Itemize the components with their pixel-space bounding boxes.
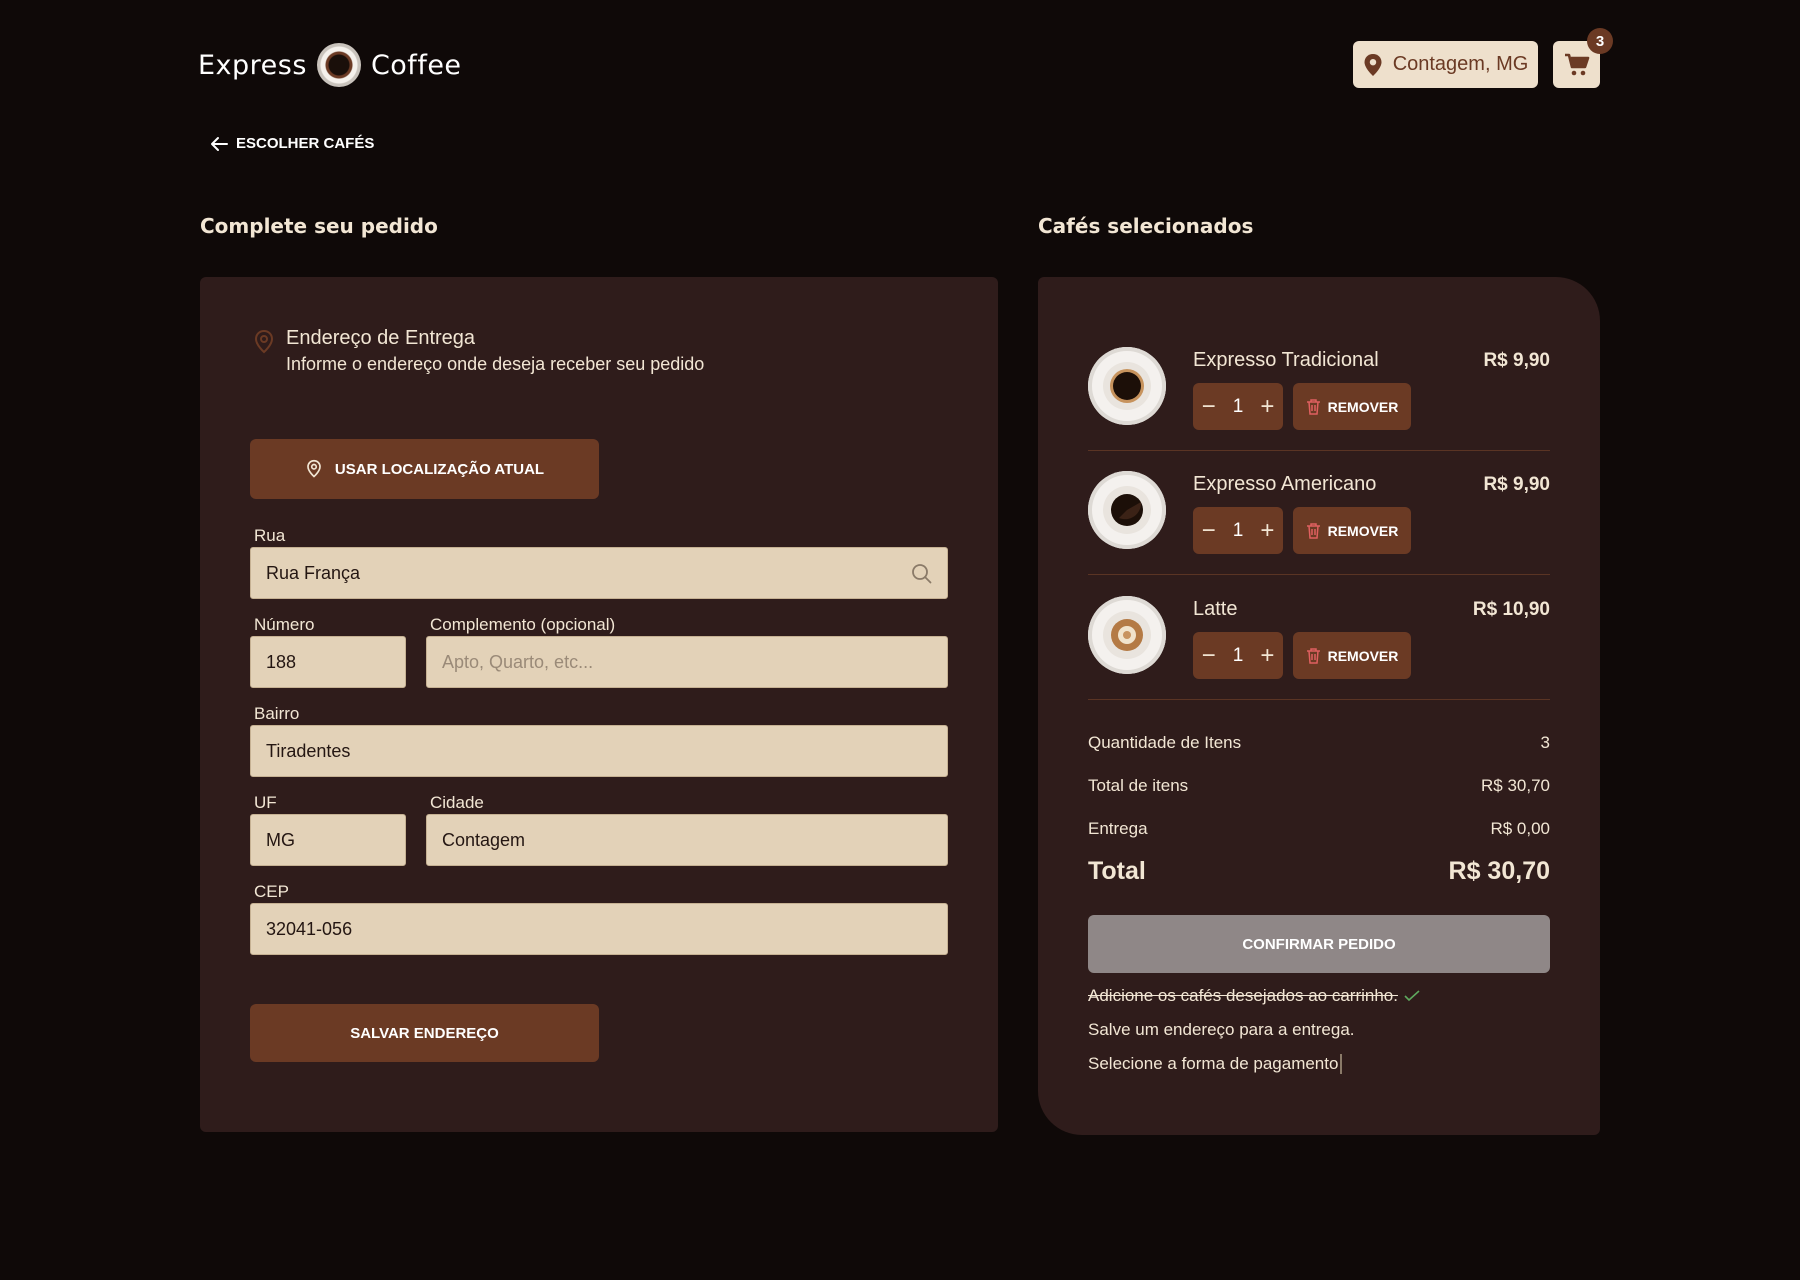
- selected-coffees-title: Cafés selecionados: [1038, 214, 1254, 238]
- save-address-label: SALVAR ENDEREÇO: [350, 1024, 499, 1042]
- use-location-label: USAR LOCALIZAÇÃO ATUAL: [334, 460, 545, 478]
- minus-icon[interactable]: −: [1202, 642, 1216, 670]
- item-divider: [1088, 699, 1550, 700]
- save-address-button[interactable]: SALVAR ENDEREÇO: [250, 1004, 599, 1062]
- remove-label: REMOVER: [1327, 522, 1399, 539]
- complement-label: Complemento (opcional): [430, 615, 616, 634]
- confirm-order-button[interactable]: CONFIRMAR PEDIDO: [1088, 915, 1550, 973]
- plus-icon[interactable]: +: [1260, 517, 1274, 545]
- quantity-value: 1: [1232, 519, 1244, 541]
- district-input[interactable]: [250, 725, 948, 777]
- checklist-item-done: Adicione os cafés desejados ao carrinho.: [1088, 986, 1420, 1006]
- item-name: Expresso Americano: [1193, 473, 1377, 495]
- uf-label: UF: [254, 793, 277, 812]
- map-pin-outline-icon: [254, 329, 274, 354]
- item-price: R$ 9,90: [1483, 474, 1550, 495]
- quantity-value: 1: [1232, 395, 1244, 417]
- remove-label: REMOVER: [1327, 398, 1399, 415]
- trash-icon: [1306, 648, 1320, 664]
- latte-image: [1088, 596, 1166, 674]
- arrow-left-icon: [211, 136, 228, 151]
- confirm-order-label: CONFIRMAR PEDIDO: [1242, 935, 1396, 953]
- remove-item-button[interactable]: REMOVER: [1293, 507, 1411, 554]
- cep-input[interactable]: [250, 903, 948, 955]
- checklist-item: Selecione a forma de pagamento: [1088, 1054, 1343, 1074]
- complement-input[interactable]: [426, 636, 948, 688]
- number-input[interactable]: [250, 636, 406, 688]
- quantity-stepper: − 1 +: [1193, 507, 1283, 554]
- summary-label: Total de itens: [1088, 776, 1189, 795]
- summary-total-row: Total R$ 30,70: [1088, 857, 1550, 886]
- item-name: Expresso Tradicional: [1193, 349, 1379, 371]
- summary-label: Quantidade de Itens: [1088, 733, 1242, 752]
- number-label: Número: [254, 615, 315, 634]
- expresso-americano-image: [1088, 471, 1166, 549]
- cep-label: CEP: [254, 882, 289, 901]
- shopping-cart-icon: [1564, 53, 1589, 75]
- logo-text-coffee: Coffee: [370, 49, 462, 81]
- check-icon: [1404, 990, 1420, 1002]
- plus-icon[interactable]: +: [1260, 393, 1274, 421]
- latte-cup-icon: [1103, 611, 1151, 659]
- remove-label: REMOVER: [1327, 647, 1399, 664]
- remove-item-button[interactable]: REMOVER: [1293, 632, 1411, 679]
- location-label: Contagem, MG: [1392, 53, 1529, 75]
- checklist-text: Adicione os cafés desejados ao carrinho.: [1088, 986, 1398, 1005]
- summary-delivery-row: Entrega R$ 0,00: [1088, 819, 1550, 839]
- street-label: Rua: [254, 526, 286, 545]
- total-label: Total: [1088, 857, 1146, 885]
- minus-icon[interactable]: −: [1202, 393, 1216, 421]
- back-link-label: ESCOLHER CAFÉS: [236, 135, 375, 152]
- trash-icon: [1306, 523, 1320, 539]
- item-price: R$ 10,90: [1472, 599, 1550, 620]
- item-name: Latte: [1193, 598, 1238, 620]
- coffee-cup-logo-icon: [316, 43, 361, 87]
- district-label: Bairro: [254, 704, 300, 723]
- item-divider: [1088, 574, 1550, 575]
- logo-text-express: Express: [198, 49, 307, 81]
- complete-order-title: Complete seu pedido: [200, 214, 438, 238]
- trash-icon: [1306, 399, 1320, 415]
- cart-count-badge: 3: [1587, 28, 1613, 54]
- map-pin-outline-icon: [307, 459, 321, 478]
- uf-input[interactable]: [250, 814, 406, 866]
- item-divider: [1088, 450, 1550, 451]
- use-current-location-button[interactable]: USAR LOCALIZAÇÃO ATUAL: [250, 439, 599, 499]
- remove-item-button[interactable]: REMOVER: [1293, 383, 1411, 430]
- city-input[interactable]: [426, 814, 948, 866]
- summary-value: R$ 0,00: [1490, 819, 1550, 838]
- street-input[interactable]: [250, 547, 948, 599]
- summary-value: 3: [1540, 733, 1550, 752]
- city-label: Cidade: [430, 793, 484, 812]
- map-pin-icon: [1364, 53, 1382, 76]
- location-button[interactable]: Contagem, MG: [1353, 41, 1538, 88]
- checklist-item: Salve um endereço para a entrega.: [1088, 1020, 1355, 1039]
- minus-icon[interactable]: −: [1202, 517, 1216, 545]
- plus-icon[interactable]: +: [1260, 642, 1274, 670]
- summary-items-total-row: Total de itens R$ 30,70: [1088, 776, 1550, 796]
- quantity-stepper: − 1 +: [1193, 383, 1283, 430]
- total-value: R$ 30,70: [1448, 857, 1550, 885]
- logo[interactable]: Express Coffee: [198, 40, 462, 90]
- espresso-cup-icon: [1103, 362, 1151, 410]
- quantity-stepper: − 1 +: [1193, 632, 1283, 679]
- quantity-value: 1: [1232, 644, 1244, 666]
- americano-cup-icon: [1103, 486, 1151, 534]
- item-price: R$ 9,90: [1483, 350, 1550, 371]
- back-to-coffees-link[interactable]: ESCOLHER CAFÉS: [210, 135, 374, 152]
- address-subtitle: Informe o endereço onde deseja receber s…: [286, 354, 705, 374]
- search-icon[interactable]: [911, 563, 932, 584]
- address-title: Endereço de Entrega: [286, 327, 476, 349]
- summary-quantity-row: Quantidade de Itens 3: [1088, 733, 1550, 753]
- summary-value: R$ 30,70: [1481, 776, 1550, 795]
- summary-label: Entrega: [1088, 819, 1148, 838]
- address-header: Endereço de Entrega Informe o endereço o…: [252, 327, 704, 375]
- expresso-tradicional-image: [1088, 347, 1166, 425]
